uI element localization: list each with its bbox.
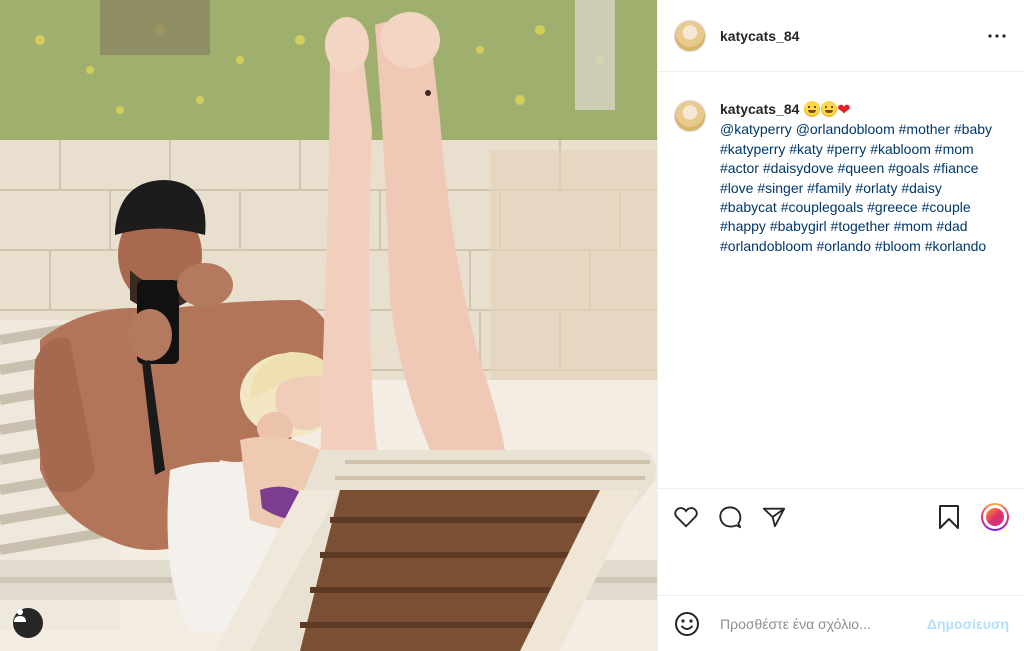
- hashtag-link[interactable]: #babygirl: [770, 218, 827, 234]
- hashtag-link[interactable]: #korlando: [925, 238, 987, 254]
- story-avatar: [986, 507, 1004, 526]
- more-options-button[interactable]: [987, 26, 1007, 46]
- hashtag-link[interactable]: #katy: [789, 141, 822, 157]
- hashtag-link[interactable]: #greece: [867, 199, 918, 215]
- mention-link[interactable]: @katyperry: [720, 121, 792, 137]
- emoji-picker-button[interactable]: [674, 611, 700, 637]
- hashtag-link[interactable]: #perry: [827, 141, 867, 157]
- hashtag-link[interactable]: #daisy: [901, 180, 941, 196]
- user-tag-button[interactable]: [13, 608, 43, 638]
- hashtag-link[interactable]: #goals: [888, 160, 929, 176]
- like-button[interactable]: [674, 505, 698, 529]
- comment-input[interactable]: [720, 611, 927, 636]
- post-comment-button[interactable]: Δημοσίευση: [927, 616, 1009, 632]
- more-options-icon: [988, 34, 1006, 38]
- share-button[interactable]: [762, 505, 786, 529]
- header-username[interactable]: katycats_84: [720, 28, 799, 44]
- share-icon: [762, 507, 786, 527]
- hashtag-link[interactable]: #together: [831, 218, 890, 234]
- post-photo[interactable]: [0, 0, 657, 651]
- comment-button[interactable]: [718, 505, 742, 529]
- hashtag-link[interactable]: #love: [720, 180, 753, 196]
- smiley-icon: [675, 611, 699, 636]
- hashtag-link[interactable]: #babycat: [720, 199, 777, 215]
- story-ring-inner: [983, 504, 1007, 529]
- hashtag-link[interactable]: #couple: [922, 199, 971, 215]
- post-header: katycats_84: [658, 0, 1024, 72]
- hashtag-link[interactable]: #katyperry: [720, 141, 785, 157]
- hashtag-link[interactable]: #mom: [894, 218, 933, 234]
- action-bar: [658, 488, 1024, 544]
- comment-box: Δημοσίευση: [658, 595, 1024, 651]
- post-sidebar: katycats_84 katycats_84 ❤ @katyperry @or…: [657, 0, 1024, 651]
- grinning-face-emoji: [821, 101, 838, 117]
- hashtag-link[interactable]: #family: [807, 180, 851, 196]
- save-button[interactable]: [937, 504, 961, 529]
- hashtag-link[interactable]: #daisydove: [763, 160, 834, 176]
- photo-illustration: [0, 0, 657, 651]
- caption-text: katycats_84 ❤ @katyperry @orlandobloom #…: [720, 100, 995, 256]
- hashtag-list: @katyperry @orlandobloom #mother #baby #…: [720, 121, 992, 253]
- comment-icon: [719, 505, 742, 528]
- hashtag-link[interactable]: #happy: [720, 218, 766, 234]
- hashtag-link[interactable]: #fiance: [933, 160, 978, 176]
- hashtag-link[interactable]: #orlaty: [855, 180, 897, 196]
- grinning-face-emoji: [804, 101, 821, 117]
- hashtag-link[interactable]: #singer: [757, 180, 803, 196]
- bookmark-icon: [939, 504, 959, 529]
- caption-avatar[interactable]: [674, 100, 706, 132]
- red-heart-emoji: ❤: [837, 102, 851, 119]
- avatar[interactable]: [674, 19, 706, 52]
- hashtag-link[interactable]: #mother: [899, 121, 950, 137]
- hashtag-link[interactable]: #orlando: [817, 238, 872, 254]
- heart-icon: [674, 506, 698, 528]
- hashtag-link[interactable]: #actor: [720, 160, 759, 176]
- hashtag-link[interactable]: #orlandobloom: [720, 238, 813, 254]
- mention-link[interactable]: @orlandobloom: [796, 121, 895, 137]
- caption: katycats_84 ❤ @katyperry @orlandobloom #…: [674, 100, 1014, 256]
- hashtag-link[interactable]: #dad: [936, 218, 967, 234]
- story-profile-button[interactable]: [981, 502, 1009, 531]
- hashtag-link[interactable]: #baby: [954, 121, 992, 137]
- caption-username[interactable]: katycats_84: [720, 101, 799, 117]
- hashtag-link[interactable]: #mom: [935, 141, 974, 157]
- hashtag-link[interactable]: #bloom: [875, 238, 921, 254]
- hashtag-link[interactable]: #couplegoals: [781, 199, 864, 215]
- user-tag-icon: [14, 609, 26, 622]
- hashtag-link[interactable]: #kabloom: [870, 141, 931, 157]
- hashtag-link[interactable]: #queen: [838, 160, 885, 176]
